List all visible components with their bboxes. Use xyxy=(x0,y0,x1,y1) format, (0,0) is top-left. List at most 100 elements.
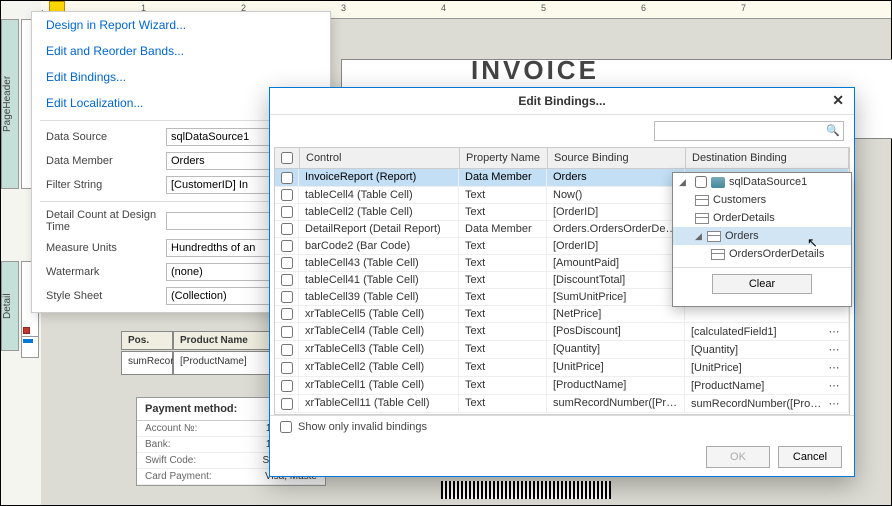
ellipsis-button[interactable]: ⋯ xyxy=(826,397,842,410)
ok-button[interactable]: OK xyxy=(706,446,770,468)
tree-node-checkbox[interactable] xyxy=(695,176,707,188)
barcode-control[interactable] xyxy=(441,481,611,499)
cell-property: Text xyxy=(459,255,547,271)
row-checkbox[interactable] xyxy=(281,189,293,201)
ellipsis-button[interactable]: ⋯ xyxy=(826,361,842,374)
tree-toggle-icon[interactable]: ◢ xyxy=(695,231,707,242)
tree-node-datasource[interactable]: ◢ sqlDataSource1 xyxy=(673,173,851,191)
section-tab-pageheader[interactable]: PageHeader xyxy=(1,19,19,189)
cell-control: InvoiceReport (Report) xyxy=(299,169,459,186)
grid-row[interactable]: xrTableCell1 (Table Cell)Text[ProductNam… xyxy=(275,377,849,395)
show-invalid-label: Show only invalid bindings xyxy=(298,421,427,433)
row-checkbox[interactable] xyxy=(281,326,293,338)
col-header-destination[interactable]: Destination Binding xyxy=(686,148,849,168)
cell-property: Text xyxy=(459,323,547,340)
cell-property: Text xyxy=(459,204,547,220)
dialog-title-text: Edit Bindings... xyxy=(518,94,605,108)
invoice-title-label[interactable]: INVOICE xyxy=(471,55,599,86)
row-checkbox[interactable] xyxy=(281,223,293,235)
cell-control: xrTableCell5 (Table Cell) xyxy=(299,306,459,322)
prop-label-filterstring: Filter String xyxy=(46,179,166,191)
table-icon xyxy=(695,195,709,206)
cancel-button[interactable]: Cancel xyxy=(778,446,842,468)
ruler-tick: 5 xyxy=(541,3,546,13)
cell-control: xrTableCell1 (Table Cell) xyxy=(299,377,459,394)
cell-productname[interactable]: [ProductName] xyxy=(173,351,283,375)
row-checkbox-cell xyxy=(275,359,299,376)
prop-label-datamember: Data Member xyxy=(46,155,166,167)
ellipsis-button[interactable]: ⋯ xyxy=(826,325,842,338)
tree-node-label: OrderDetails xyxy=(713,212,775,224)
cell-pos[interactable]: sumRecor xyxy=(121,351,173,375)
cell-source: [OrderID] xyxy=(547,204,685,220)
row-checkbox[interactable] xyxy=(281,206,293,218)
select-all-checkbox[interactable] xyxy=(281,152,293,164)
cell-control: tableCell39 (Table Cell) xyxy=(299,289,459,305)
col-header-control[interactable]: Control xyxy=(300,148,460,168)
prop-label-stylesheet: Style Sheet xyxy=(46,290,166,302)
row-checkbox[interactable] xyxy=(281,398,293,410)
col-header-source[interactable]: Source Binding xyxy=(548,148,686,168)
cell-source: [DiscountTotal] xyxy=(547,272,685,288)
dialog-title: Edit Bindings... ✕ xyxy=(270,88,854,115)
prop-label-datasource: Data Source xyxy=(46,131,166,143)
section-tab-detail[interactable]: Detail xyxy=(1,261,19,351)
grid-row[interactable]: xrTableCell11 (Table Cell)TextsumRecordN… xyxy=(275,395,849,413)
tree-node-ordersorderdetails[interactable]: OrdersOrderDetails xyxy=(673,245,851,263)
col-header-pos[interactable]: Pos. xyxy=(121,331,173,350)
row-checkbox[interactable] xyxy=(281,291,293,303)
grid-row[interactable]: xrTableCell3 (Table Cell)Text[Quantity][… xyxy=(275,341,849,359)
ruler-tick: 6 xyxy=(641,3,646,13)
row-checkbox[interactable] xyxy=(281,274,293,286)
cell-destination[interactable]: [calculatedField1]⋯ xyxy=(685,323,849,340)
row-checkbox[interactable] xyxy=(281,308,293,320)
grid-row[interactable]: xrTableCell4 (Table Cell)Text[PosDiscoun… xyxy=(275,323,849,341)
cell-destination[interactable]: [Quantity]⋯ xyxy=(685,341,849,358)
dialog-close-button[interactable]: ✕ xyxy=(832,92,844,109)
cell-destination[interactable]: [ProductName]⋯ xyxy=(685,377,849,394)
cell-property: Text xyxy=(459,395,547,412)
row-checkbox[interactable] xyxy=(281,172,293,184)
grid-row[interactable]: xrTableCell2 (Table Cell)Text[UnitPrice]… xyxy=(275,359,849,377)
payment-row-label: Account №: xyxy=(145,423,266,434)
row-checkbox-cell xyxy=(275,204,299,220)
cell-source: Now() xyxy=(547,187,685,203)
cell-control: tableCell2 (Table Cell) xyxy=(299,204,459,220)
col-header-check[interactable] xyxy=(275,148,300,168)
tree-node-customers[interactable]: Customers xyxy=(673,191,851,209)
cell-property: Text xyxy=(459,289,547,305)
row-checkbox[interactable] xyxy=(281,344,293,356)
tree-toggle-icon[interactable]: ◢ xyxy=(679,177,691,188)
row-checkbox-cell xyxy=(275,395,299,412)
link-design-wizard[interactable]: Design in Report Wizard... xyxy=(32,12,330,38)
destination-text: [ProductName] xyxy=(691,380,826,392)
cell-property: Data Member xyxy=(459,169,547,186)
cell-control: barCode2 (Bar Code) xyxy=(299,238,459,254)
col-header-product[interactable]: Product Name xyxy=(173,331,283,350)
cell-control: xrTableCell3 (Table Cell) xyxy=(299,341,459,358)
row-checkbox[interactable] xyxy=(281,380,293,392)
tree-clear-button[interactable]: Clear xyxy=(712,274,812,294)
grid-row[interactable]: xrTableCell5 (Table Cell)Text[NetPrice] xyxy=(275,306,849,323)
search-input[interactable] xyxy=(654,121,844,141)
cell-property: Text xyxy=(459,272,547,288)
tree-node-label: OrdersOrderDetails xyxy=(729,248,824,260)
cell-destination[interactable]: sumRecordNumber([ProductName⋯ xyxy=(685,395,849,412)
row-checkbox-cell xyxy=(275,306,299,322)
cell-control: DetailReport (Detail Report) xyxy=(299,221,459,237)
cell-destination[interactable] xyxy=(685,306,849,322)
ellipsis-button[interactable]: ⋯ xyxy=(826,379,842,392)
cell-destination[interactable]: [UnitPrice]⋯ xyxy=(685,359,849,376)
row-checkbox[interactable] xyxy=(281,240,293,252)
col-header-property[interactable]: Property Name xyxy=(460,148,548,168)
ruler-tick: 4 xyxy=(441,3,446,13)
row-checkbox-cell xyxy=(275,187,299,203)
tree-node-orders[interactable]: ◢ Orders xyxy=(673,227,851,245)
row-checkbox[interactable] xyxy=(281,362,293,374)
link-edit-bands[interactable]: Edit and Reorder Bands... xyxy=(32,38,330,64)
destination-dropdown-tree[interactable]: ◢ sqlDataSource1 Customers OrderDetails … xyxy=(672,172,852,307)
ellipsis-button[interactable]: ⋯ xyxy=(826,343,842,356)
row-checkbox[interactable] xyxy=(281,257,293,269)
show-invalid-checkbox[interactable] xyxy=(280,421,292,433)
tree-node-orderdetails[interactable]: OrderDetails xyxy=(673,209,851,227)
